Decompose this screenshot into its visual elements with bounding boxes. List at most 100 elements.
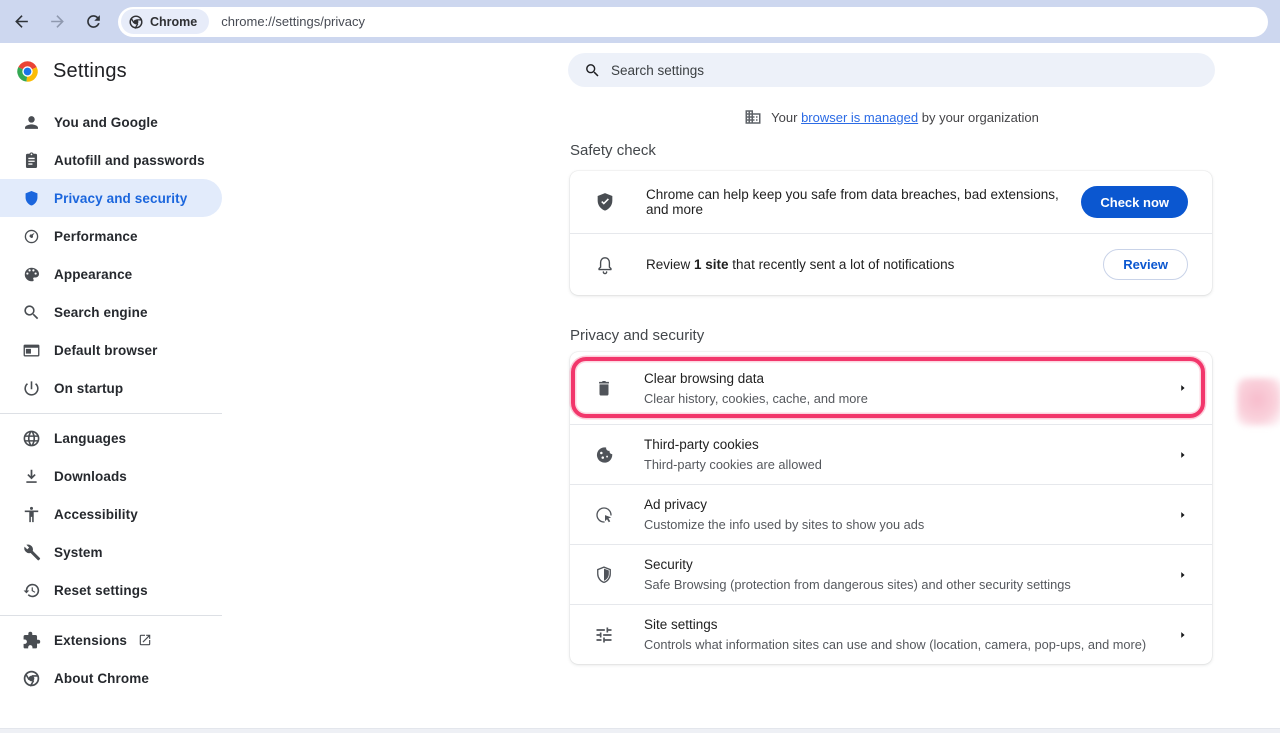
sidebar-item-accessibility[interactable]: Accessibility <box>0 495 222 533</box>
sidebar-item-you-and-google[interactable]: You and Google <box>0 103 222 141</box>
sidebar-header: Settings <box>0 43 222 99</box>
sidebar-item-reset-settings[interactable]: Reset settings <box>0 571 222 609</box>
sidebar-item-on-startup[interactable]: On startup <box>0 369 222 407</box>
search-icon <box>22 303 41 322</box>
chrome-mono-icon <box>22 669 41 688</box>
sidebar-item-label: Accessibility <box>54 507 138 522</box>
chip-label: Chrome <box>150 15 197 29</box>
safety-check-card: Chrome can help keep you safe from data … <box>570 171 1212 295</box>
speedometer-icon <box>22 227 41 246</box>
sidebar-item-label: Performance <box>54 229 138 244</box>
settings-row-title: Site settings <box>644 616 1146 634</box>
chevron-right-icon <box>1177 448 1188 462</box>
autofill-icon <box>22 151 41 170</box>
chrome-mono-icon <box>128 14 144 30</box>
check-now-button[interactable]: Check now <box>1081 186 1188 218</box>
power-icon <box>22 379 41 398</box>
chrome-logo-icon <box>15 59 40 84</box>
settings-row-ad-privacy[interactable]: Ad privacyCustomize the info used by sit… <box>570 484 1212 544</box>
security-shield-icon <box>594 565 614 585</box>
search-settings-field[interactable] <box>568 53 1215 87</box>
search-icon <box>584 62 601 79</box>
settings-sidebar: Settings You and Google Autofill and pass… <box>0 43 222 697</box>
settings-row-subtitle: Customize the info used by sites to show… <box>644 516 924 533</box>
sidebar-item-extensions[interactable]: Extensions <box>0 621 222 659</box>
sidebar-item-downloads[interactable]: Downloads <box>0 457 222 495</box>
accessibility-icon <box>22 505 41 524</box>
forward-icon <box>48 12 67 31</box>
sidebar-item-label: Default browser <box>54 343 158 358</box>
settings-row-subtitle: Clear history, cookies, cache, and more <box>644 390 868 407</box>
sidebar-item-label: Appearance <box>54 267 132 282</box>
reload-icon <box>84 12 103 31</box>
sidebar-item-label: Autofill and passwords <box>54 153 205 168</box>
sidebar-item-performance[interactable]: Performance <box>0 217 222 255</box>
puzzle-icon <box>22 631 41 650</box>
address-bar[interactable]: Chrome chrome://settings/privacy <box>118 7 1268 37</box>
sidebar-item-label: Privacy and security <box>54 191 187 206</box>
privacy-heading: Privacy and security <box>570 327 704 344</box>
sidebar-item-privacy-and-security[interactable]: Privacy and security <box>0 179 222 217</box>
settings-row-text: Site settingsControls what information s… <box>644 616 1176 653</box>
bell-icon <box>594 254 616 276</box>
browser-is-managed-link[interactable]: browser is managed <box>801 110 918 125</box>
sidebar-item-label: About Chrome <box>54 671 149 686</box>
sidebar-item-label: Downloads <box>54 469 127 484</box>
settings-row-text: Clear browsing data Clear history, cookie… <box>644 370 898 407</box>
sidebar-item-autofill-and-passwords[interactable]: Autofill and passwords <box>0 141 222 179</box>
palette-icon <box>22 265 41 284</box>
trash-icon <box>594 378 614 398</box>
browser-toolbar: Chrome chrome://settings/privacy <box>0 0 1280 43</box>
sidebar-item-label: You and Google <box>54 115 158 130</box>
settings-row-title: Third-party cookies <box>644 436 822 454</box>
organization-icon <box>744 108 762 126</box>
settings-row-title: Security <box>644 556 1071 574</box>
cookie-icon <box>594 445 614 465</box>
sidebar-item-system[interactable]: System <box>0 533 222 571</box>
settings-row-third-party-cookies[interactable]: Third-party cookiesThird-party cookies a… <box>570 424 1212 484</box>
settings-row-title: Clear browsing data <box>644 370 868 388</box>
safety-check-row: Review 1 site that recently sent a lot o… <box>570 233 1212 295</box>
settings-content: Your browser is managed by your organiza… <box>568 43 1214 733</box>
settings-row-text: Third-party cookiesThird-party cookies a… <box>644 436 852 473</box>
managed-notice-text: Your browser is managed by your organiza… <box>771 110 1039 125</box>
search-input[interactable] <box>611 63 1199 78</box>
sidebar-item-label: Search engine <box>54 305 148 320</box>
wrench-icon <box>22 543 41 562</box>
safety-check-text: Review 1 site that recently sent a lot o… <box>646 257 1103 272</box>
sidebar-item-search-engine[interactable]: Search engine <box>0 293 222 331</box>
url-text: chrome://settings/privacy <box>221 14 365 29</box>
download-icon <box>22 467 41 486</box>
person-icon <box>22 113 41 132</box>
safety-check-row: Chrome can help keep you safe from data … <box>570 171 1212 233</box>
back-icon <box>12 12 31 31</box>
chevron-right-icon <box>1177 628 1188 642</box>
reset-icon <box>22 581 41 600</box>
sidebar-item-appearance[interactable]: Appearance <box>0 255 222 293</box>
reload-button[interactable] <box>78 7 108 37</box>
forward-button[interactable] <box>42 7 72 37</box>
globe-icon <box>22 429 41 448</box>
settings-row-text: Security Safe Browsing (protection from d… <box>644 556 1101 593</box>
sidebar-divider <box>0 413 222 414</box>
chrome-chip[interactable]: Chrome <box>121 9 209 34</box>
managed-notice: Your browser is managed by your organiza… <box>568 107 1215 127</box>
page-title: Settings <box>53 60 127 83</box>
sidebar-divider <box>0 615 222 616</box>
settings-row-security[interactable]: Security Safe Browsing (protection from d… <box>570 544 1212 604</box>
settings-row-site-settings[interactable]: Site settingsControls what information s… <box>570 604 1212 664</box>
chevron-right-icon <box>1177 568 1188 582</box>
back-button[interactable] <box>6 7 36 37</box>
settings-row-subtitle: Safe Browsing (protection from dangerous… <box>644 576 1071 593</box>
shield-icon <box>22 189 41 208</box>
settings-row-clear-browsing-data[interactable]: Clear browsing data Clear history, cookie… <box>570 352 1212 424</box>
open-in-new-icon <box>138 633 152 647</box>
page-bottom-edge <box>0 728 1280 733</box>
sidebar-item-about-chrome[interactable]: About Chrome <box>0 659 222 697</box>
safety-check-text: Chrome can help keep you safe from data … <box>646 187 1081 217</box>
privacy-card: Clear browsing data Clear history, cookie… <box>570 352 1212 664</box>
sidebar-menu: You and Google Autofill and passwords Priv… <box>0 99 222 697</box>
review-button[interactable]: Review <box>1103 249 1188 280</box>
sidebar-item-default-browser[interactable]: Default browser <box>0 331 222 369</box>
sidebar-item-languages[interactable]: Languages <box>0 419 222 457</box>
